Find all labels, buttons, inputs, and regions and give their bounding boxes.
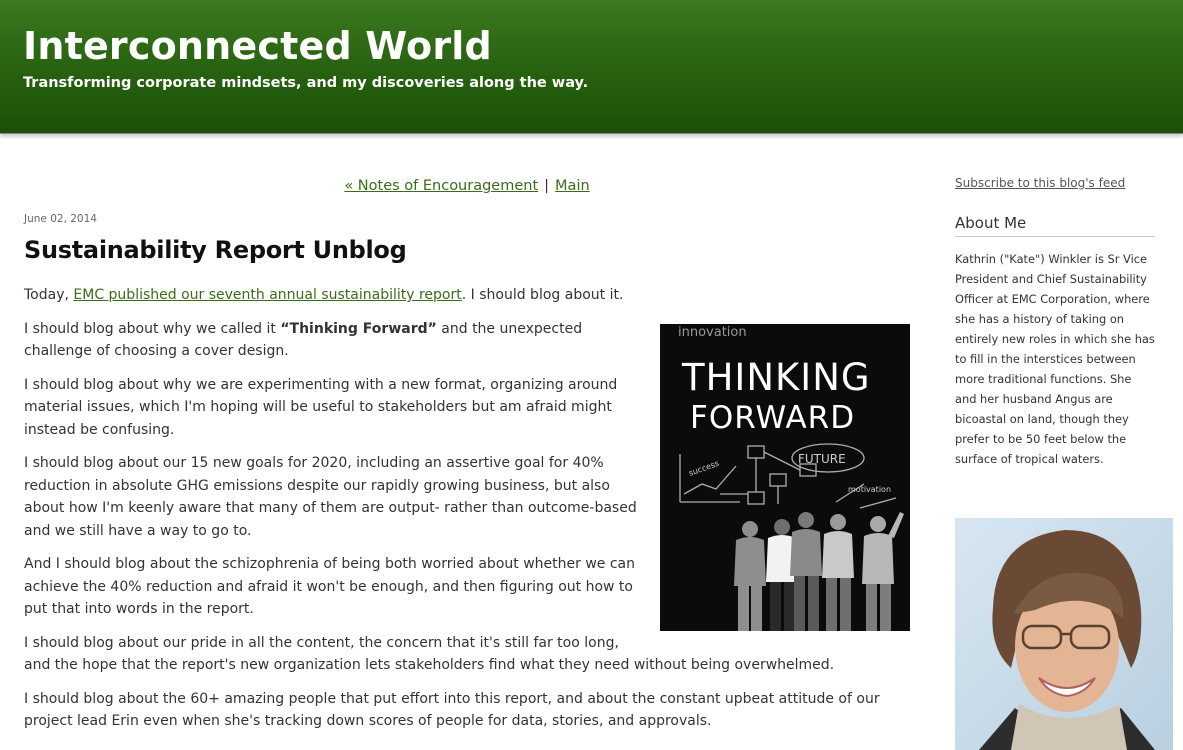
sustainability-report-link[interactable]: EMC published our seventh annual sustain… xyxy=(73,287,461,303)
site-tagline: Transforming corporate mindsets, and my … xyxy=(23,75,589,91)
post-date: June 02, 2014 xyxy=(24,213,97,225)
thinking-forward-emphasis: “Thinking Forward” xyxy=(280,320,437,337)
subscribe-feed-link[interactable]: Subscribe to this blog's feed xyxy=(955,176,1155,190)
cover-bubble-future: FUTURE xyxy=(798,452,846,466)
thinking-forward-cover-image[interactable]: innovation THINKING FORWARD FUTURE succe… xyxy=(660,323,910,631)
about-me-text: Kathrin ("Kate") Winkler is Sr Vice Pres… xyxy=(955,252,1155,466)
previous-post-link[interactable]: « Notes of Encouragement xyxy=(344,178,538,194)
cover-word-innovation: innovation xyxy=(678,325,747,340)
post-body: Today, EMC published our seventh annual … xyxy=(24,284,910,744)
cover-thinking-text: THINKING xyxy=(681,356,871,399)
paragraph-intro: Today, EMC published our seventh annual … xyxy=(24,287,624,303)
about-me-heading: About Me xyxy=(955,214,1155,237)
site-banner: Interconnected World Transforming corpor… xyxy=(0,0,1183,134)
cover-illustration: innovation THINKING FORWARD FUTURE succe… xyxy=(660,323,910,631)
author-portrait xyxy=(955,518,1173,750)
post-title[interactable]: Sustainability Report Unblog xyxy=(24,236,904,264)
author-profile-photo xyxy=(955,518,1173,750)
nav-separator: | xyxy=(544,178,550,194)
paragraph-people: I should blog about the 60+ amazing peop… xyxy=(24,690,880,730)
sidebar: Subscribe to this blog's feed About Me K… xyxy=(955,176,1155,469)
paragraph-pride: I should blog about our pride in all the… xyxy=(24,634,835,674)
main-page-link[interactable]: Main xyxy=(555,178,590,194)
site-title[interactable]: Interconnected World xyxy=(23,24,492,68)
cover-forward-text: FORWARD xyxy=(690,400,855,436)
cover-word-motivation: motivation xyxy=(848,485,891,494)
post-navigation: « Notes of Encouragement | Main xyxy=(24,178,910,194)
